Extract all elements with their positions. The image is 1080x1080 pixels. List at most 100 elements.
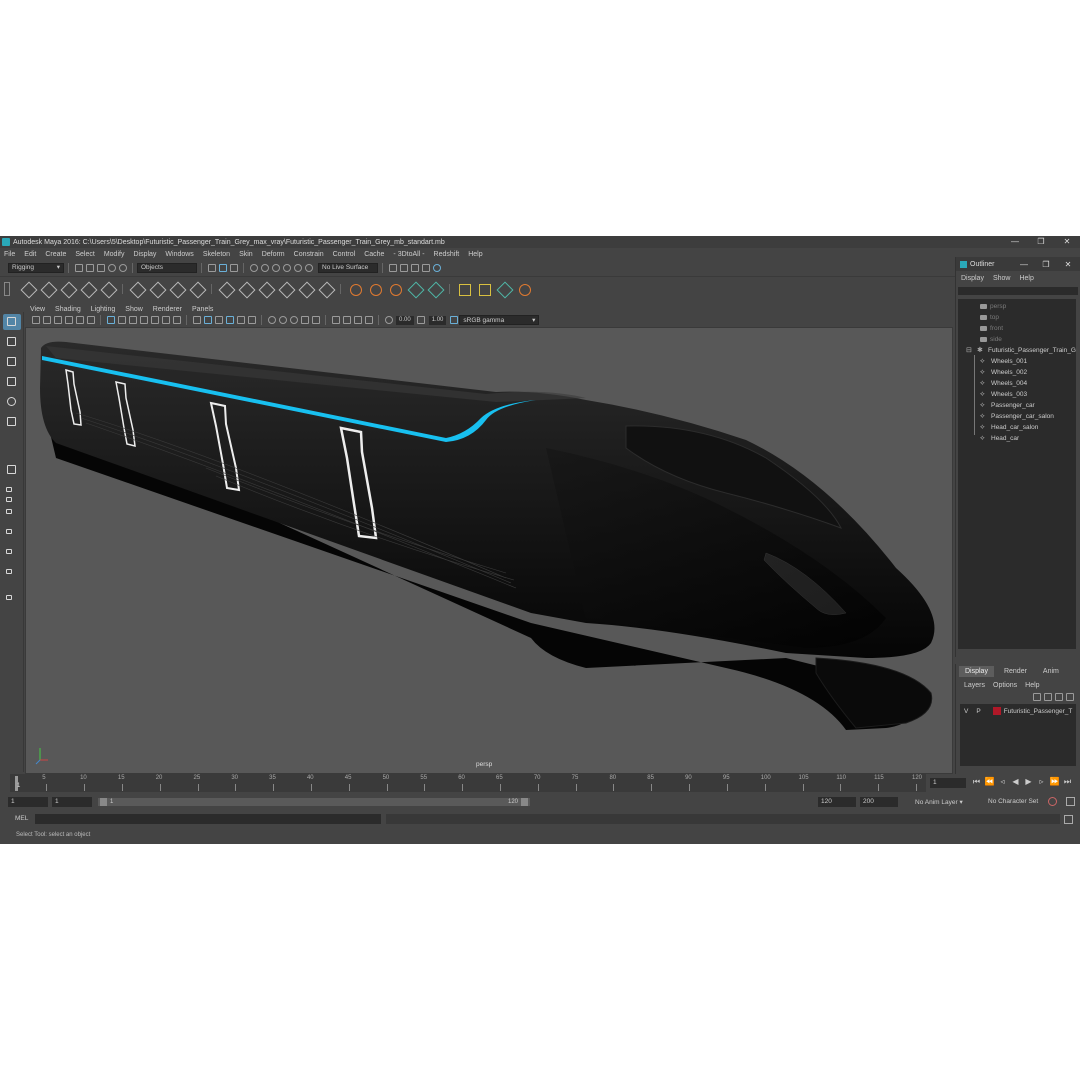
set-driven-key-icon[interactable] (457, 282, 471, 296)
current-frame-field[interactable]: 1 (930, 778, 966, 788)
redo-icon[interactable] (118, 263, 127, 272)
snap-magnet-icon[interactable] (304, 263, 313, 272)
go-to-end-button[interactable]: ⏭ (1061, 777, 1074, 787)
select-hierarchy-icon[interactable] (207, 263, 216, 272)
gamma-field[interactable]: 1.00 (428, 315, 447, 325)
select-object-icon[interactable] (218, 263, 227, 272)
menu-select[interactable]: Select (75, 251, 94, 258)
paint-weights-icon[interactable] (150, 282, 164, 296)
menu-3dtoall[interactable]: - 3DtoAll - (393, 251, 424, 258)
motion-blur-icon[interactable] (289, 316, 298, 324)
go-to-start-button[interactable]: ⏮ (970, 777, 983, 787)
playback-end-field[interactable]: 120 (818, 797, 856, 807)
xray-components-icon[interactable] (364, 316, 373, 324)
joint-tool-icon[interactable] (21, 282, 35, 296)
isolate-select-icon[interactable] (331, 316, 340, 324)
outliner-minimize-button[interactable]: — (1013, 260, 1035, 269)
xray-icon[interactable] (342, 316, 351, 324)
select-component-icon[interactable] (229, 263, 238, 272)
anim-layer-dropdown[interactable]: No Anim Layer ▾ (915, 798, 963, 806)
auto-key-icon[interactable] (1048, 797, 1057, 806)
select-mode-dropdown[interactable]: Objects (137, 262, 197, 273)
redshift-icon[interactable] (432, 263, 441, 272)
outliner-menu-display[interactable]: Display (961, 275, 984, 282)
character-set-dropdown[interactable]: No Character Set (988, 798, 1038, 805)
layer-visibility-toggle[interactable]: V (964, 708, 968, 715)
snap-view-plane-icon[interactable] (282, 263, 291, 272)
shadows-icon[interactable] (267, 316, 276, 324)
safe-title-icon[interactable] (172, 316, 181, 324)
smooth-shade-icon[interactable] (203, 316, 212, 324)
outliner-close-button[interactable]: ✕ (1057, 260, 1079, 269)
outliner-item-side[interactable]: side (980, 334, 1002, 345)
layer-menu-options[interactable]: Options (993, 682, 1017, 689)
outliner-item-wheels-001[interactable]: ⟡ Wheels_001 (980, 356, 1027, 367)
move-tool-button[interactable] (3, 374, 21, 390)
preferences-icon[interactable] (1066, 797, 1075, 806)
anti-aliasing-icon[interactable] (300, 316, 309, 324)
menu-windows[interactable]: Windows (165, 251, 193, 258)
range-slider[interactable]: 1 120 (98, 798, 530, 806)
anim-end-field[interactable]: 200 (860, 797, 898, 807)
snap-surface-icon[interactable] (293, 263, 302, 272)
graph-editor-icon[interactable] (428, 282, 442, 296)
ambient-occlusion-icon[interactable] (278, 316, 287, 324)
outliner-item-group[interactable]: ⊟ ✱ Futuristic_Passenger_Train_G (966, 345, 1076, 356)
menu-cache[interactable]: Cache (364, 251, 384, 258)
camera-select-icon[interactable] (31, 316, 40, 324)
snap-curve-icon[interactable] (260, 263, 269, 272)
rotate-tool-button[interactable] (3, 394, 21, 410)
anim-start-field[interactable]: 1 (52, 797, 92, 807)
menu-deform[interactable]: Deform (262, 251, 285, 258)
script-editor-icon[interactable] (1064, 815, 1073, 824)
paint-tool-icon[interactable] (477, 282, 491, 296)
outliner-item-wheels-002[interactable]: ⟡ Wheels_002 (980, 367, 1027, 378)
default-material-icon[interactable] (214, 316, 223, 324)
menu-skeleton[interactable]: Skeleton (203, 251, 230, 258)
gate-mask-icon[interactable] (139, 316, 148, 324)
pole-vector-icon[interactable] (319, 282, 333, 296)
2d-pan-icon[interactable] (75, 316, 84, 324)
menu-edit[interactable]: Edit (24, 251, 36, 258)
expression-icon[interactable] (517, 282, 531, 296)
menu-set-dropdown[interactable]: Rigging ▾ (8, 262, 64, 273)
panel-menu-show[interactable]: Show (125, 306, 143, 313)
layer-row[interactable]: V P Futuristic_Passenger_T (960, 706, 1076, 716)
resolution-gate-icon[interactable] (128, 316, 137, 324)
exposure-field[interactable]: 0.00 (396, 315, 414, 325)
hypershade-icon[interactable] (421, 263, 430, 272)
panel-menu-panels[interactable]: Panels (192, 306, 213, 313)
start-time-field[interactable]: 1 (8, 797, 48, 807)
close-button[interactable]: ✕ (1054, 236, 1080, 248)
perspective-viewport[interactable]: persp (25, 327, 953, 774)
layer-playback-toggle[interactable]: P (976, 708, 980, 715)
outliner-menu-help[interactable]: Help (1019, 275, 1033, 282)
move-layer-down-icon[interactable] (1043, 693, 1052, 701)
outliner-item-passenger-car-salon[interactable]: ⟡ Passenger_car_salon (980, 411, 1054, 422)
lights-icon[interactable] (247, 316, 256, 324)
tab-anim[interactable]: Anim (1037, 666, 1065, 677)
open-scene-icon[interactable] (85, 263, 94, 272)
step-back-frame-button[interactable]: ◃ (996, 777, 1009, 787)
snap-grid-icon[interactable] (249, 263, 258, 272)
menu-control[interactable]: Control (333, 251, 356, 258)
save-scene-icon[interactable] (96, 263, 105, 272)
outliner-item-passenger-car[interactable]: ⟡ Passenger_car (980, 400, 1035, 411)
layout-custom-button[interactable] (5, 568, 17, 576)
layout-single-button[interactable] (3, 462, 21, 478)
shelf-options-icon[interactable] (4, 281, 10, 296)
blend-shape-icon[interactable] (388, 282, 402, 296)
undo-icon[interactable] (107, 263, 116, 272)
point-constraint-icon[interactable] (239, 282, 253, 296)
command-input[interactable] (35, 814, 381, 824)
layout-four-button[interactable] (5, 486, 17, 494)
tab-display[interactable]: Display (959, 666, 994, 677)
depth-of-field-icon[interactable] (311, 316, 320, 324)
outliner-item-persp[interactable]: persp (980, 301, 1006, 312)
ik-spline-icon[interactable] (61, 282, 75, 296)
outliner-item-head-car-salon[interactable]: ⟡ Head_car_salon (980, 422, 1038, 433)
outliner-item-head-car[interactable]: ⟡ Head_car (980, 433, 1019, 444)
step-forward-key-button[interactable]: ⏩ (1048, 777, 1061, 787)
step-back-key-button[interactable]: ⏪ (983, 777, 996, 787)
script-language-label[interactable]: MEL (15, 815, 28, 822)
